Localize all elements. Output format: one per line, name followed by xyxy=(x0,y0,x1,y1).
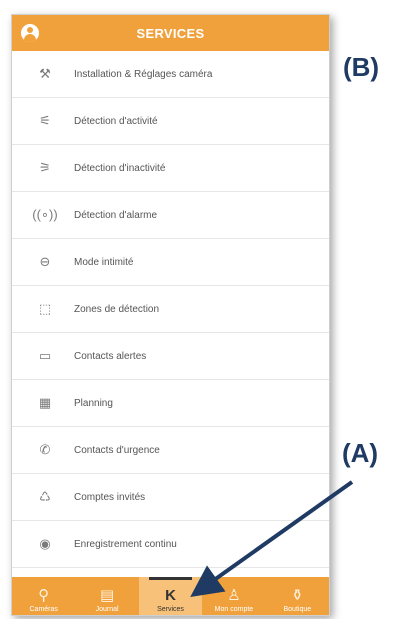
service-item[interactable]: ◉ Enregistrement continu xyxy=(12,521,329,568)
privacy-icon: ⊖ xyxy=(39,254,51,269)
service-item-label: Détection d'activité xyxy=(74,115,158,127)
service-item-label: Contacts alertes xyxy=(74,350,147,362)
service-item[interactable]: ⚟ Détection d'activité xyxy=(12,98,329,145)
service-item[interactable]: ♺ Comptes invités xyxy=(12,474,329,521)
app-header: SERVICES xyxy=(12,15,329,51)
shop-icon: ⚱ xyxy=(291,587,304,604)
emergency-icon: ✆ xyxy=(39,442,51,457)
service-item-label: Planning xyxy=(74,397,113,409)
tab-label: Mon compte xyxy=(214,606,254,613)
service-item-label: Détection d'alarme xyxy=(74,209,158,221)
tab-cam-ras[interactable]: ⚲ Caméras xyxy=(12,577,75,615)
service-item-label: Contacts d'urgence xyxy=(74,444,160,456)
tab-boutique[interactable]: ⚱ Boutique xyxy=(266,577,329,615)
services-logo-icon: K xyxy=(165,587,176,604)
guests-icon: ♺ xyxy=(39,489,51,504)
callout-a: (A) xyxy=(342,438,379,468)
zone-icon: ⬚ xyxy=(38,301,52,316)
service-item[interactable]: ⚞ Détection d'inactivité xyxy=(12,145,329,192)
record-icon: ◉ xyxy=(39,536,51,551)
service-item[interactable]: ⊖ Mode intimité xyxy=(12,239,329,286)
service-item[interactable]: ((∘)) Détection d'alarme xyxy=(12,192,329,239)
tab-services[interactable]: K Services xyxy=(138,577,203,615)
callout-b: (B) xyxy=(343,52,380,82)
tools-icon: ⚒ xyxy=(39,66,51,81)
page-title: SERVICES xyxy=(136,25,205,41)
service-item-label: Zones de détection xyxy=(74,303,160,315)
bottom-tab-bar: ⚲ Caméras ▤ Journal K Services ♙ Mon compte ⚱ Bou… xyxy=(12,577,329,615)
tab-mon-compte[interactable]: ♙ Mon compte xyxy=(202,577,265,615)
service-item[interactable]: ✆ Contacts d'urgence xyxy=(12,427,329,474)
tab-label: Services xyxy=(157,606,184,613)
service-item[interactable]: ▭ Contacts alertes xyxy=(12,333,329,380)
inactivity-icon: ⚞ xyxy=(39,160,51,175)
services-list: ⚒ Installation & Réglages caméra ⚟ Détectio… xyxy=(12,51,329,568)
service-item-label: Comptes invités xyxy=(74,491,146,503)
tab-label: Caméras xyxy=(29,606,58,613)
service-item[interactable]: ⬚ Zones de détection xyxy=(12,286,329,333)
service-item-label: Installation & Réglages caméra xyxy=(74,68,213,80)
journal-icon: ▤ xyxy=(100,587,115,604)
service-item-label: Détection d'inactivité xyxy=(74,162,166,174)
alarm-icon: ((∘)) xyxy=(32,207,58,222)
user-icon[interactable] xyxy=(21,24,39,42)
tab-journal[interactable]: ▤ Journal xyxy=(75,577,138,615)
service-item[interactable]: ⚒ Installation & Réglages caméra xyxy=(12,51,329,98)
account-icon: ♙ xyxy=(227,587,241,604)
phone-screen: SERVICES ⚒ Installation & Réglages caméra… xyxy=(11,14,330,616)
tab-label: Boutique xyxy=(283,606,312,613)
camera-icon: ⚲ xyxy=(38,587,50,604)
service-item-label: Enregistrement continu xyxy=(74,538,177,550)
service-item-label: Mode intimité xyxy=(74,256,134,268)
service-item[interactable]: ▦ Planning xyxy=(12,380,329,427)
activity-icon: ⚟ xyxy=(39,113,51,128)
tab-label: Journal xyxy=(95,606,119,613)
calendar-icon: ▦ xyxy=(38,395,52,410)
contacts-alert-icon: ▭ xyxy=(38,348,52,363)
